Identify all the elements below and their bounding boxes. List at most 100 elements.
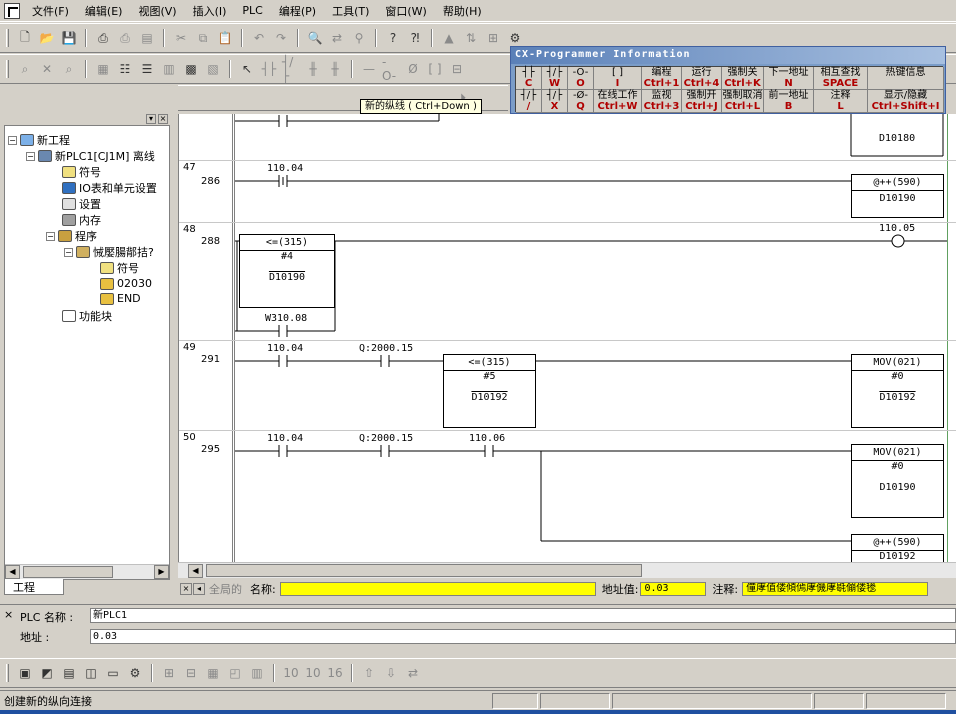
tree-local-symbols[interactable]: 符号 [100, 260, 139, 276]
replace-icon[interactable]: ⇄ [328, 29, 346, 47]
tree-settings[interactable]: 设置 [62, 196, 101, 212]
paste-icon[interactable]: 📋 [216, 29, 234, 47]
menu-program[interactable]: 编程(P) [271, 1, 324, 21]
menu-plc[interactable]: PLC [234, 2, 270, 19]
mnemonic-icon[interactable]: ▤ [60, 664, 78, 682]
contact-address[interactable]: 110.04 [267, 163, 303, 174]
no-contact-icon[interactable]: ┤├ [260, 60, 278, 78]
or-nc-contact-icon[interactable]: ╫ [326, 60, 344, 78]
memory-view-icon[interactable]: ▦ [204, 664, 222, 682]
menu-file[interactable]: 文件(F) [24, 1, 77, 21]
watch-window-icon[interactable]: ◫ [82, 664, 100, 682]
zoom-icon[interactable]: ⌕ [16, 60, 34, 78]
scroll-left-icon[interactable]: ◀ [188, 564, 203, 578]
collapse-icon[interactable]: − [46, 231, 55, 241]
binary-icon[interactable]: 10 [282, 664, 300, 682]
compare-instruction[interactable]: <=(315) #5 D10192 [443, 354, 536, 428]
contact-address[interactable]: W310.08 [265, 313, 307, 324]
contact-address[interactable]: 110.06 [469, 433, 505, 444]
func-block-icon[interactable]: ⊟ [448, 60, 466, 78]
tree-project[interactable]: − 新工程 [8, 132, 70, 148]
menu-edit[interactable]: 编辑(E) [77, 1, 131, 21]
compare-icon[interactable]: ⊞ [484, 29, 502, 47]
redo-icon[interactable]: ↷ [272, 29, 290, 47]
contact-address[interactable]: Q:2000.15 [359, 343, 413, 354]
select-pointer-icon[interactable]: ↖ [238, 60, 256, 78]
comment-field[interactable]: 僮庨值偻傾傿庨僟庨毼傰偻毶 [742, 582, 929, 596]
menu-tools[interactable]: 工具(T) [324, 1, 377, 21]
close-panel-icon[interactable]: × [158, 114, 168, 124]
scroll-thumb[interactable] [206, 564, 642, 577]
sync-icon[interactable]: ⇄ [404, 664, 422, 682]
name-field[interactable] [279, 582, 596, 596]
highlight-icon[interactable]: ▩ [182, 60, 200, 78]
coil-icon[interactable]: -O- [382, 55, 400, 83]
scroll-right-icon[interactable]: ▶ [154, 565, 169, 579]
tree-plc[interactable]: − 新PLC1[CJ1M] 离线 [26, 148, 155, 164]
new-file-icon[interactable]: 🗋 [16, 29, 34, 47]
table-icon[interactable]: ▥ [248, 664, 266, 682]
contact-address[interactable]: 110.04 [267, 433, 303, 444]
print-icon[interactable]: ⎙ [116, 29, 134, 47]
tree-scrollbar[interactable]: ◀ ▶ [5, 564, 169, 579]
ladder-scrollbar[interactable]: ◀ [178, 562, 956, 578]
menu-insert[interactable]: 插入(I) [185, 1, 235, 21]
contact-address[interactable]: Q:2000.15 [359, 433, 413, 444]
tree-io-table[interactable]: IO表和单元设置 [62, 180, 157, 196]
menu-view[interactable]: 视图(V) [130, 1, 184, 21]
help-icon[interactable]: ? [384, 29, 402, 47]
properties-icon[interactable]: ⚙ [126, 664, 144, 682]
increment-instruction[interactable]: @++(590) D10192 [851, 534, 944, 562]
app-icon[interactable] [4, 2, 20, 19]
decimal-icon[interactable]: 10 [304, 664, 322, 682]
collapse-icon[interactable]: − [26, 151, 35, 161]
close-icon[interactable]: × [180, 583, 192, 595]
upload-icon[interactable]: ⇧ [360, 664, 378, 682]
transfer-icon[interactable]: ⇅ [462, 29, 480, 47]
coil-address[interactable]: 110.05 [879, 223, 915, 234]
ladder-editor[interactable]: 47 286 48 288 49 291 50 295 D10180 110.04 @+… [178, 114, 956, 562]
operand-label[interactable]: D10180 [879, 133, 915, 144]
info-panel-title[interactable]: CX-Programmer Information [511, 47, 945, 64]
contact-address[interactable]: 110.04 [267, 343, 303, 354]
collapse-icon[interactable]: − [8, 135, 17, 145]
move-instruction[interactable]: MOV(021) #0 D10190 [851, 444, 944, 518]
pin-icon[interactable]: ▾ [146, 114, 156, 124]
cut-icon[interactable]: ✂ [172, 29, 190, 47]
online-icon[interactable]: ▲ [440, 29, 458, 47]
tree-section-02030[interactable]: 02030 [100, 277, 152, 290]
view-icon[interactable]: ▥ [160, 60, 178, 78]
hex-icon[interactable]: 16 [326, 664, 344, 682]
tree-memory[interactable]: 内存 [62, 212, 101, 228]
scroll-thumb[interactable] [23, 566, 113, 578]
collapse-icon[interactable]: − [64, 247, 73, 257]
tree-symbols[interactable]: 符号 [62, 164, 101, 180]
preview-icon[interactable]: ▤ [138, 29, 156, 47]
tree-task[interactable]: − 悈嬮腸鄁拮? [64, 244, 154, 260]
nc-contact-icon[interactable]: ┤/├ [282, 55, 300, 83]
download-icon[interactable]: ⇩ [382, 664, 400, 682]
undo-icon[interactable]: ↶ [250, 29, 268, 47]
project-window-icon[interactable]: ▣ [16, 664, 34, 682]
toolbar-grip-2[interactable] [6, 60, 9, 78]
symbol-table-icon[interactable]: ☷ [116, 60, 134, 78]
plc-name-field[interactable]: 新PLC1 [90, 608, 956, 623]
dock-icon[interactable]: ◂ [193, 583, 205, 595]
or-contact-icon[interactable]: ╫ [304, 60, 322, 78]
io-icon[interactable]: ⊟ [182, 664, 200, 682]
tab-project[interactable]: 工程 [4, 579, 64, 595]
context-help-icon[interactable]: ⁈ [406, 29, 424, 47]
toolbar-grip[interactable] [6, 29, 9, 47]
address-value-field[interactable]: 0.03 [640, 582, 707, 596]
instruction-icon[interactable]: [ ] [426, 60, 444, 78]
copy-icon[interactable]: ⧉ [194, 29, 212, 47]
output-window-icon[interactable]: ▭ [104, 664, 122, 682]
outline-icon[interactable]: ▧ [204, 60, 222, 78]
menu-help[interactable]: 帮助(H) [435, 1, 490, 21]
tree-section-end[interactable]: END [100, 292, 141, 305]
tools-icon[interactable]: ✕ [38, 60, 56, 78]
nc-coil-icon[interactable]: Ø [404, 60, 422, 78]
ladder-window-icon[interactable]: ◩ [38, 664, 56, 682]
address-field[interactable]: 0.03 [90, 629, 956, 644]
move-instruction[interactable]: MOV(021) #0 D10192 [851, 354, 944, 428]
